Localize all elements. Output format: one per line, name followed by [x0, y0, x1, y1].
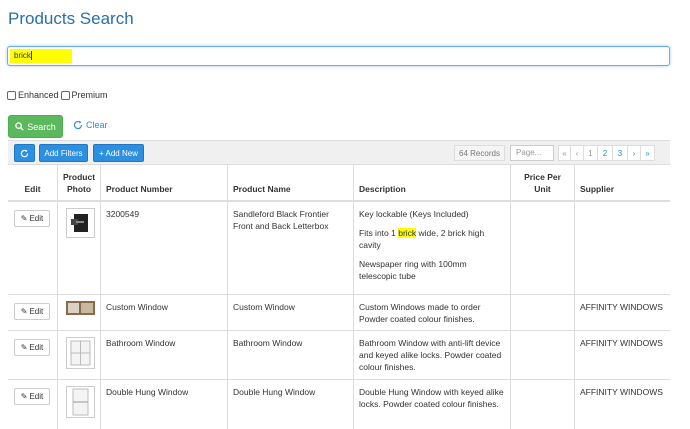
col-description: Description [353, 165, 510, 200]
col-price-line1: Price Per [524, 172, 561, 182]
refresh-icon [73, 120, 83, 130]
supplier: AFFINITY WINDOWS [574, 380, 670, 429]
window-image [70, 340, 91, 366]
search-icon [15, 122, 24, 131]
premium-checkbox[interactable] [60, 90, 70, 100]
window-image [72, 388, 89, 416]
price-per-unit [510, 380, 574, 429]
product-description: Double Hung Window with keyed alike lock… [353, 380, 510, 429]
pager-page-1[interactable]: 1 [583, 145, 598, 161]
product-number: Double Hung Window [100, 380, 227, 429]
add-filters-button[interactable]: Add Filters [39, 144, 88, 162]
product-number: Custom Window [100, 295, 227, 330]
product-number: 3200549 [100, 202, 227, 294]
records-count: 64 Records [454, 145, 505, 161]
edit-button[interactable]: ✎ Edit [14, 339, 50, 356]
description-line: Newspaper ring with 100mm telescopic tub… [359, 259, 467, 281]
premium-label: Premium [71, 90, 108, 100]
search-input[interactable]: brick [7, 46, 670, 66]
pencil-icon: ✎ [20, 306, 28, 316]
col-price: Price Per Unit [510, 165, 574, 200]
enhanced-checkbox[interactable] [7, 90, 16, 100]
product-name: Bathroom Window [227, 331, 353, 379]
col-product-number: Product Number [100, 165, 227, 200]
product-photo[interactable] [66, 301, 95, 317]
enhanced-label: Enhanced [18, 90, 59, 100]
pager-prev[interactable]: ‹ [570, 145, 584, 161]
col-photo-line2: Photo [66, 184, 92, 194]
product-name: Custom Window [227, 295, 353, 330]
refresh-button[interactable] [14, 144, 35, 162]
search-button[interactable]: Search [8, 115, 63, 138]
page-title: Products Search [8, 9, 134, 28]
search-match-highlight: brick [398, 228, 417, 238]
price-per-unit [510, 331, 574, 379]
table-header: Edit Product Photo Product Number Produc… [8, 165, 670, 202]
window-image [66, 301, 95, 315]
table-row: ✎ Edit Custom Window Custom Window Custom… [8, 295, 670, 331]
page-jump-input[interactable]: Page... [510, 145, 554, 161]
description-line: Key lockable (Keys Included) [359, 209, 469, 219]
search-button-label: Search [27, 121, 56, 132]
edit-button[interactable]: ✎ Edit [14, 388, 50, 405]
text-caret [30, 51, 32, 61]
col-supplier: Supplier [574, 165, 670, 200]
edit-button[interactable]: ✎ Edit [14, 303, 50, 320]
product-photo[interactable] [66, 386, 95, 418]
add-new-button[interactable]: + Add New [93, 144, 144, 162]
table-row: ✎ Edit 3200549 Sandleford Black Frontier … [8, 202, 670, 295]
table-row: ✎ Edit Double Hung Window Double Hung Win… [8, 380, 670, 429]
price-per-unit [510, 202, 574, 294]
product-description: Custom Windows made to order Powder coat… [353, 295, 510, 330]
search-value: brick [14, 51, 31, 60]
product-photo[interactable] [66, 208, 95, 238]
product-description: Bathroom Window with anti-lift device an… [353, 331, 510, 379]
edit-button[interactable]: ✎ Edit [14, 210, 50, 227]
col-product-name: Product Name [227, 165, 353, 200]
clear-button[interactable]: Clear [73, 120, 108, 130]
table-row: ✎ Edit Bathroom Window Bathroom Window Ba… [8, 331, 670, 380]
supplier: AFFINITY WINDOWS [574, 295, 670, 330]
product-number: Bathroom Window [100, 331, 227, 379]
refresh-icon [20, 149, 29, 157]
col-price-line2: Unit [534, 184, 551, 194]
product-name: Sandleford Black Frontier Front and Back… [227, 202, 353, 294]
pencil-icon: ✎ [20, 213, 28, 223]
product-name: Double Hung Window [227, 380, 353, 429]
clear-button-label: Clear [86, 120, 108, 130]
col-edit: Edit [24, 184, 41, 194]
product-description: Key lockable (Keys Included) Fits into 1… [353, 202, 510, 294]
pager-page-3[interactable]: 3 [612, 145, 628, 161]
supplier: AFFINITY WINDOWS [574, 331, 670, 379]
pencil-icon: ✎ [20, 391, 28, 401]
col-photo-line1: Product [62, 172, 96, 182]
col-photo: Product Photo [57, 165, 100, 200]
search-options: Enhanced Premium [7, 90, 110, 100]
letterbox-image [71, 214, 88, 232]
product-photo[interactable] [66, 337, 95, 369]
pager-last[interactable]: » [640, 145, 655, 161]
table-toolbar: Add Filters + Add New 64 Records Page...… [8, 140, 670, 165]
supplier [574, 202, 670, 294]
price-per-unit [510, 295, 574, 330]
pager-page-2[interactable]: 2 [597, 145, 613, 161]
pencil-icon: ✎ [20, 342, 28, 352]
description-line: Fits into 1 brick wide, 2 brick high cav… [359, 228, 485, 250]
pager-next[interactable]: › [627, 145, 641, 161]
